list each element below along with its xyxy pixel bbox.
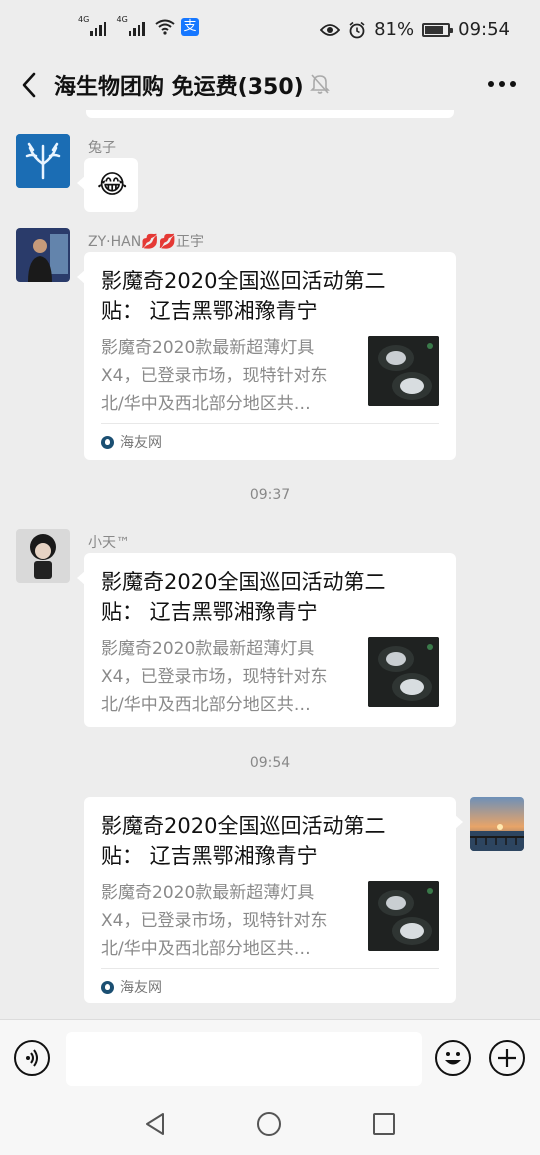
input-bar — [0, 1019, 540, 1155]
link-title: 影魔奇2020全国巡回活动第二贴： 辽吉黑鄂湘豫青宁 — [101, 269, 386, 323]
link-card[interactable]: 影魔奇2020全国巡回活动第二贴： 辽吉黑鄂湘豫青宁 影魔奇2020款最新超薄灯… — [77, 252, 456, 460]
source-logo-icon — [101, 435, 114, 449]
link-thumbnail — [368, 637, 439, 707]
card-divider — [101, 423, 439, 424]
alipay-icon: 支 — [181, 18, 199, 36]
battery-percent: 81% — [374, 19, 415, 40]
nav-recents-icon[interactable] — [373, 1113, 395, 1135]
clock: 09:54 — [458, 19, 510, 40]
timestamp: 09:54 — [249, 755, 291, 771]
plus-icon[interactable] — [489, 1040, 525, 1076]
previous-message-edge — [86, 110, 454, 118]
link-description: 影魔奇2020款最新超薄灯具X4，已登录市场，现特针对东北/华中及西北部分地区共… — [101, 338, 328, 414]
card-divider — [101, 968, 439, 969]
source-name: 海友网 — [120, 980, 162, 996]
chat-title: 海生物团购 免运费(350) — [54, 75, 304, 100]
alarm-icon — [349, 21, 365, 38]
wifi-icon — [155, 19, 175, 35]
timestamp: 09:37 — [249, 487, 291, 503]
emoji-icon[interactable] — [435, 1040, 471, 1076]
link-source: 海友网 — [101, 977, 162, 997]
status-bar: 4G 4G 支 81% 09:54 — [0, 0, 540, 62]
more-icon[interactable] — [488, 76, 518, 92]
link-card[interactable]: 影魔奇2020全国巡回活动第二贴： 辽吉黑鄂湘豫青宁 影魔奇2020款最新超薄灯… — [77, 553, 456, 727]
battery-icon — [422, 22, 454, 37]
link-card[interactable]: 影魔奇2020全国巡回活动第二贴： 辽吉黑鄂湘豫青宁 影魔奇2020款最新超薄灯… — [84, 797, 463, 1003]
voice-icon[interactable] — [14, 1040, 50, 1076]
avatar[interactable] — [16, 529, 70, 583]
nav-home-icon[interactable] — [257, 1112, 281, 1136]
link-title: 影魔奇2020全国巡回活动第二贴： 辽吉黑鄂湘豫青宁 — [101, 814, 386, 868]
mute-bell-icon — [310, 73, 330, 95]
status-right: 81% 09:54 — [320, 19, 510, 40]
link-thumbnail — [368, 336, 439, 406]
laughing-emoji: 😂 — [97, 170, 128, 200]
nav-back-icon[interactable] — [141, 1110, 169, 1138]
link-description: 影魔奇2020款最新超薄灯具X4，已登录市场，现特针对东北/华中及西北部分地区共… — [101, 883, 328, 959]
link-source: 海友网 — [101, 432, 162, 452]
sender-name: 兔子 — [88, 140, 116, 156]
avatar[interactable] — [470, 797, 524, 851]
source-name: 海友网 — [120, 435, 162, 451]
link-description: 影魔奇2020款最新超薄灯具X4，已登录市场，现特针对东北/华中及西北部分地区共… — [101, 639, 328, 715]
source-logo-icon — [101, 980, 114, 994]
sender-name: ZY·HAN💋💋正宇 — [88, 234, 205, 250]
signal-icon-2: 4G — [116, 15, 150, 36]
chat-header: 海生物团购 免运费(350) — [0, 62, 540, 108]
sender-name: 小天™ — [88, 535, 130, 551]
status-left: 4G 4G 支 — [78, 15, 199, 36]
network-type-label-2: 4G — [116, 15, 128, 24]
link-thumbnail — [368, 881, 439, 951]
back-arrow-icon[interactable] — [18, 70, 44, 100]
avatar[interactable] — [16, 228, 70, 282]
emoji-message[interactable]: 😂 — [77, 158, 138, 212]
eye-icon — [320, 23, 341, 36]
signal-icon: 4G — [78, 15, 111, 36]
link-title: 影魔奇2020全国巡回活动第二贴： 辽吉黑鄂湘豫青宁 — [101, 570, 386, 624]
message-input[interactable] — [66, 1032, 422, 1086]
avatar[interactable] — [16, 134, 70, 188]
network-type-label: 4G — [78, 15, 90, 24]
